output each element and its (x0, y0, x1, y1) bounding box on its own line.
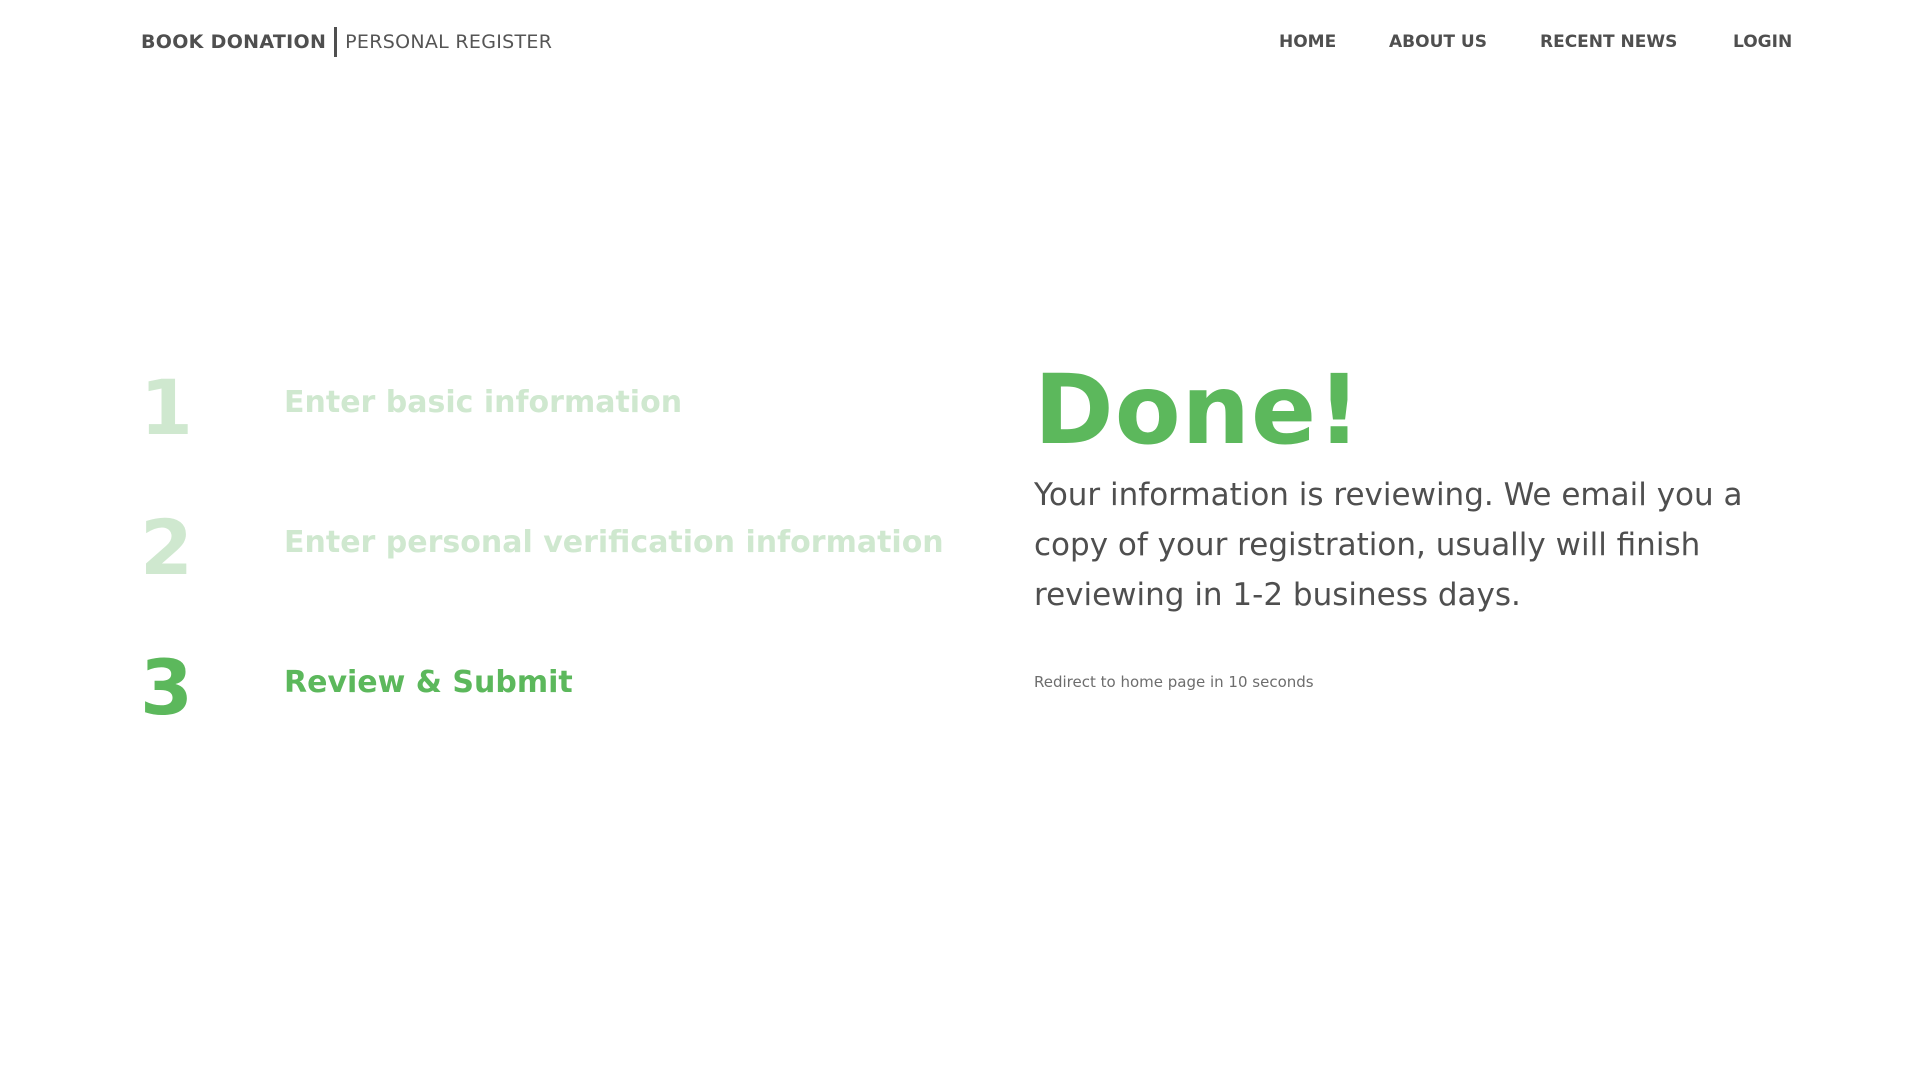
nav-news-link[interactable]: RECENT NEWS (1540, 26, 1677, 58)
done-heading: Done! (1034, 354, 1362, 466)
step-1-number: 1 (140, 363, 193, 452)
step-2-number: 2 (140, 503, 193, 592)
step-3-number: 3 (140, 643, 193, 732)
brand-divider (334, 27, 338, 57)
nav-home-link[interactable]: HOME (1279, 26, 1336, 58)
step-2-label: Enter personal verification information (284, 525, 944, 560)
site-brand[interactable]: BOOK DONATION PERSONAL REGISTER (141, 26, 552, 58)
redirect-notice: Redirect to home page in 10 seconds (1034, 673, 1314, 691)
registration-done-page: BOOK DONATION PERSONAL REGISTER HOME ABO… (0, 0, 1920, 1080)
brand-name: BOOK DONATION (141, 31, 327, 53)
brand-subtitle: PERSONAL REGISTER (345, 31, 553, 53)
step-1-label: Enter basic information (284, 385, 683, 420)
done-message: Your information is reviewing. We email … (1034, 477, 1743, 613)
step-3-label: Review & Submit (284, 665, 573, 700)
nav-about-link[interactable]: ABOUT US (1389, 26, 1487, 58)
nav-login-link[interactable]: LOGIN (1733, 26, 1792, 58)
